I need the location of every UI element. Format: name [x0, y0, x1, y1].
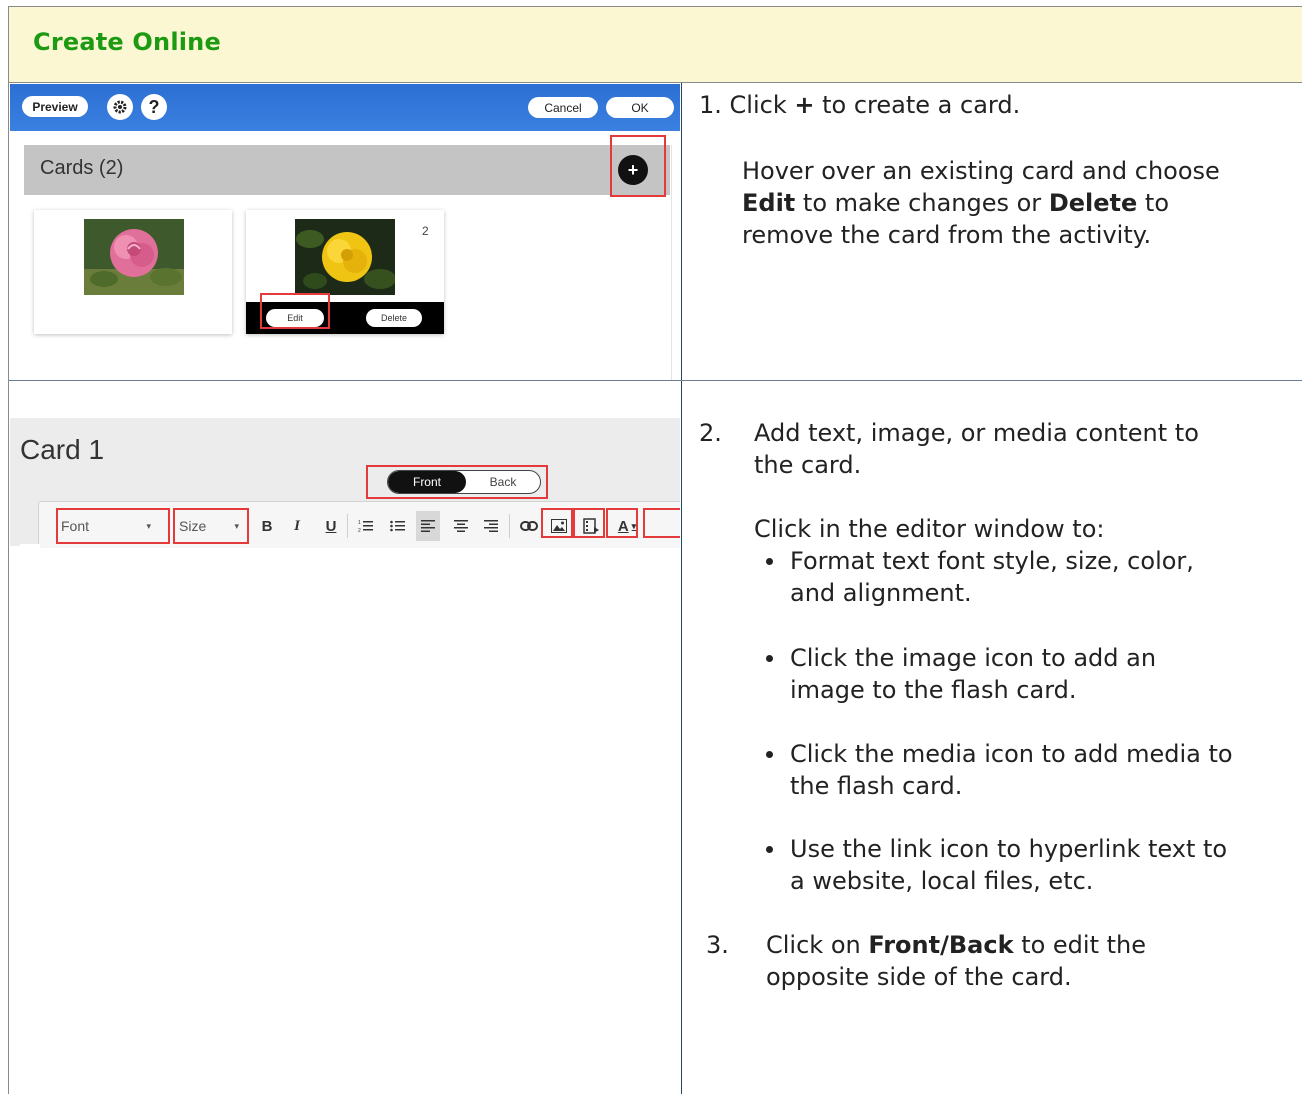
bullet-image-line-1: Click the image icon to add an: [790, 644, 1157, 672]
card-title: Card 1: [20, 434, 105, 465]
numbered-list-icon[interactable]: 12: [354, 514, 378, 538]
cards-screenshot: Preview ? Cancel OK Cards (2) + 2 Edit D…: [10, 84, 680, 380]
column-divider: [681, 83, 682, 1094]
delete-keyword: Delete: [1048, 189, 1138, 217]
cards-header-bar: Cards (2) +: [24, 145, 670, 195]
gear-icon[interactable]: [107, 94, 133, 120]
svg-text:2: 2: [358, 528, 361, 534]
hover-note-line-2: Edit to make changes or Delete to: [742, 187, 1302, 219]
editor-topbar: Preview ? Cancel OK: [10, 84, 680, 131]
bullet-image: Click the image icon to add an image to …: [790, 642, 1156, 706]
preview-button[interactable]: Preview: [22, 96, 88, 117]
plus-symbol: +: [794, 91, 815, 119]
add-highlight-box: [610, 135, 666, 197]
page-title: Create Online: [33, 28, 221, 56]
step-2-line-1: Add text, image, or media content to: [754, 419, 1199, 447]
align-right-icon[interactable]: [479, 514, 503, 538]
step-3-number: 3.: [706, 931, 729, 959]
editor-toolbar: Font ▾ Size ▾ B I U 12 A ▾: [38, 501, 680, 548]
table-header: Create Online: [9, 7, 1302, 83]
cards-count-label: Cards (2): [40, 157, 124, 179]
editor-area[interactable]: [20, 544, 40, 548]
bullet-dot: [766, 558, 773, 565]
font-highlight-box: [56, 508, 170, 544]
link-icon[interactable]: [517, 514, 541, 538]
ok-button[interactable]: OK: [606, 97, 674, 118]
step-1: 1. Click + to create a card.: [699, 89, 1020, 121]
image-highlight-box: [573, 508, 605, 538]
front-back-keyword: Front/Back: [868, 931, 1014, 959]
align-center-icon[interactable]: [449, 514, 473, 538]
toolbar-separator: [347, 514, 348, 538]
link-highlight-box: [541, 508, 573, 538]
bullet-dot: [766, 751, 773, 758]
step-3-line-1: Click on Front/Back to edit the: [766, 929, 1146, 961]
hover-note-line-3: remove the card from the activity.: [742, 221, 1152, 249]
step-3-text: Click on Front/Back to edit the opposite…: [766, 929, 1146, 993]
hover-note-line-1: Hover over an existing card and choose: [742, 157, 1220, 185]
size-highlight-box: [173, 508, 249, 544]
step-2-line-2: the card.: [754, 451, 862, 479]
svg-text:1: 1: [358, 520, 361, 526]
bullet-image-line-2: image to the flash card.: [790, 676, 1077, 704]
gear-icon-glyph: [113, 100, 127, 114]
edit-keyword: Edit: [742, 189, 796, 217]
bulleted-list-icon[interactable]: [386, 514, 410, 538]
step-2-text: Add text, image, or media content to the…: [754, 417, 1199, 481]
bullet-link-line-2: a website, local files, etc.: [790, 867, 1094, 895]
media-highlight-box: [606, 508, 638, 538]
step-3-line-2: opposite side of the card.: [766, 963, 1072, 991]
bullet-dot: [766, 655, 773, 662]
row-divider: [9, 380, 1302, 381]
bullet-link-line-1: Use the link icon to hyperlink text to: [790, 835, 1228, 863]
hover-note-mid: to make changes or: [802, 189, 1042, 217]
help-button[interactable]: ?: [141, 94, 167, 120]
card-tile-1[interactable]: [34, 210, 232, 334]
toggle-highlight-box: [366, 465, 548, 499]
bullet-media: Click the media icon to add media to the…: [790, 738, 1233, 802]
delete-button[interactable]: Delete: [366, 309, 422, 327]
step-2-number: 2.: [699, 419, 722, 447]
edit-highlight-box: [260, 293, 330, 329]
italic-button[interactable]: I: [285, 514, 309, 538]
step-1-number: 1.: [699, 91, 722, 119]
underline-button[interactable]: U: [319, 514, 343, 538]
pink-rose-image: [84, 219, 184, 295]
color-highlight-box: [643, 508, 680, 538]
align-left-icon[interactable]: [416, 511, 440, 541]
step-1-text: Click: [729, 91, 787, 119]
step-3-pre: Click on: [766, 931, 861, 959]
bullet-media-line-2: the flash card.: [790, 772, 963, 800]
bullet-dot: [766, 846, 773, 853]
instruction-table: Create Online Preview ? Cancel OK Cards …: [8, 6, 1302, 1094]
yellow-rose-image: [295, 219, 395, 295]
bullet-format-line-1: Format text font style, size, color,: [790, 547, 1194, 575]
bullet-format: Format text font style, size, color, and…: [790, 545, 1194, 609]
bullet-link: Use the link icon to hyperlink text to a…: [790, 833, 1227, 897]
card-editor-screenshot: Card 1 Front Back Font ▾ Size ▾ B I U 12: [10, 418, 680, 548]
toolbar-separator: [509, 514, 510, 538]
step-1-text-end: to create a card.: [822, 91, 1021, 119]
bullet-format-line-2: and alignment.: [790, 579, 972, 607]
step-3-post: to edit the: [1021, 931, 1147, 959]
card-number: 2: [422, 224, 429, 238]
bullet-media-line-1: Click the media icon to add media to: [790, 740, 1233, 768]
editor-intro: Click in the editor window to:: [754, 515, 1105, 543]
cancel-button[interactable]: Cancel: [528, 97, 598, 118]
hover-note-to: to: [1144, 189, 1170, 217]
bold-button[interactable]: B: [255, 514, 279, 538]
cards-panel: Cards (2) + 2 Edit Delete: [22, 135, 672, 380]
step-1-hover-note: Hover over an existing card and choose E…: [742, 155, 1302, 251]
